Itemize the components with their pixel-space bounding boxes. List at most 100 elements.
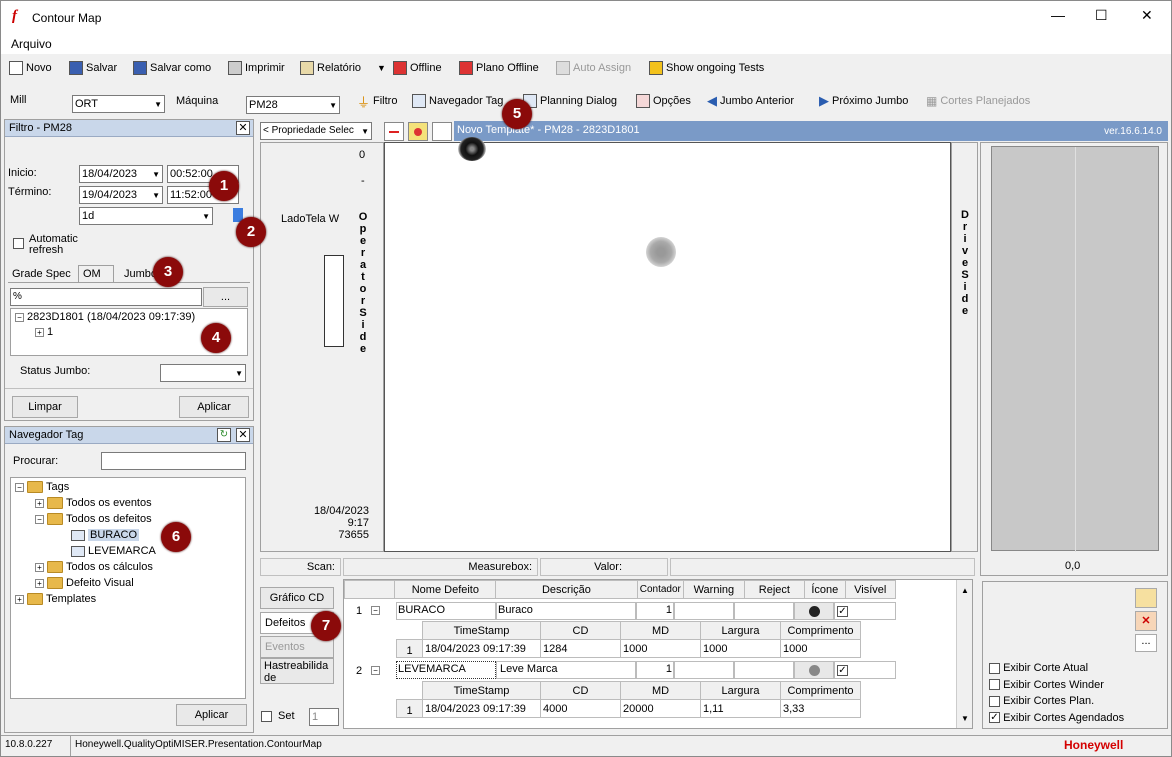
browse-button[interactable]: ...	[203, 287, 248, 307]
tree-node-tags[interactable]: − Tags	[15, 481, 69, 493]
machine-select[interactable]: PM28	[246, 96, 340, 114]
palette-icon[interactable]	[408, 122, 428, 141]
grid-icon[interactable]	[432, 122, 452, 141]
defect-reject[interactable]	[734, 661, 794, 679]
col-visible[interactable]: Visível	[844, 580, 896, 599]
col-counter[interactable]: Contador	[636, 580, 685, 599]
status-jumbo-select[interactable]	[160, 364, 246, 382]
defect-count[interactable]: 1	[636, 661, 674, 679]
levemarca-defect-marker[interactable]	[646, 237, 676, 267]
more-icon[interactable]: ...	[1135, 634, 1157, 652]
traceability-button[interactable]: Hastreabilidade	[260, 658, 334, 684]
property-select[interactable]: < Propriedade Selec	[260, 122, 372, 140]
report-dropdown-icon[interactable]: ▼	[377, 63, 386, 73]
offline-button[interactable]: Offline	[393, 58, 442, 78]
scroll-down-icon[interactable]: ▼	[961, 714, 969, 723]
checkbox[interactable]	[989, 679, 1000, 691]
option-current-cut[interactable]: Exibir Corte Atual	[989, 660, 1124, 677]
menu-file[interactable]: Arquivo	[11, 37, 52, 51]
sub-md[interactable]: 1000	[620, 639, 701, 658]
folder-open-icon[interactable]	[1135, 588, 1157, 608]
close-button[interactable]: ✕	[1141, 7, 1153, 24]
option-scheduled-cuts[interactable]: ✓ Exibir Cortes Agendados	[989, 710, 1124, 727]
sub-length[interactable]: 1000	[780, 639, 861, 658]
table-row[interactable]: 1 − BURACO Buraco 1 ✓	[344, 601, 896, 620]
sub-cd[interactable]: 4000	[540, 699, 621, 718]
close-icon[interactable]: ✕	[236, 121, 250, 135]
tree-node-all-calcs[interactable]: + Todos os cálculos	[35, 561, 153, 573]
planned-cuts-button[interactable]: ▦ Cortes Planejados	[926, 91, 1030, 111]
sub-width[interactable]: 1,11	[700, 699, 781, 718]
tag-navigator-button[interactable]: Navegador Tag	[412, 91, 503, 111]
collapse-icon[interactable]: −	[371, 606, 380, 615]
tree-child-node[interactable]: +1	[35, 326, 53, 338]
col-reject[interactable]: Reject	[743, 580, 806, 599]
defect-description[interactable]: Leve Marca	[496, 661, 636, 679]
auto-assign-button[interactable]: Auto Assign	[556, 58, 631, 78]
defect-icon-cell[interactable]	[794, 602, 834, 620]
defect-visible-cell[interactable]: ✓	[834, 602, 896, 620]
set-checkbox[interactable]	[261, 711, 272, 722]
apply-filter-button[interactable]: Aplicar	[179, 396, 249, 418]
sub-width[interactable]: 1000	[700, 639, 781, 658]
auto-refresh-checkbox[interactable]	[13, 238, 24, 249]
filter-button[interactable]: ⏚ Filtro	[357, 91, 397, 111]
col-warning[interactable]: Warning	[683, 580, 745, 599]
set-stepper[interactable]: 1	[309, 708, 339, 726]
delete-icon[interactable]: ✕	[1135, 611, 1157, 631]
tree-root-node[interactable]: −2823D1801 (18/04/2023 09:17:39)	[15, 311, 195, 323]
sub-timestamp[interactable]: 18/04/2023 09:17:39	[422, 639, 541, 658]
buraco-defect-marker[interactable]	[458, 137, 486, 161]
defect-name[interactable]: BURACO	[396, 602, 496, 620]
plan-offline-button[interactable]: Plano Offline	[459, 58, 539, 78]
prev-jumbo-button[interactable]: ◀ Jumbo Anterior	[707, 91, 794, 111]
print-button[interactable]: Imprimir	[228, 58, 285, 78]
tree-node-all-events[interactable]: + Todos os eventos	[35, 497, 152, 509]
col-icon[interactable]: Ícone	[804, 580, 846, 599]
checkbox[interactable]	[989, 662, 1000, 674]
new-button[interactable]: Novo	[9, 58, 52, 78]
tree-node-visual-defect[interactable]: + Defeito Visual	[35, 577, 134, 589]
cd-chart-button[interactable]: Gráfico CD	[260, 587, 334, 609]
defect-count[interactable]: 1	[636, 602, 674, 620]
tree-node-buraco[interactable]: BURACO	[71, 529, 140, 541]
sub-md[interactable]: 20000	[620, 699, 701, 718]
grid-scrollbar[interactable]: ▲ ▼	[956, 580, 972, 728]
jumbo-search-input[interactable]: %	[10, 288, 202, 306]
defect-visible-cell[interactable]: ✓	[834, 661, 896, 679]
save-as-button[interactable]: Salvar como	[133, 58, 211, 78]
tab-grade-spec[interactable]: Grade Spec	[12, 268, 71, 280]
mill-select[interactable]: ORT	[72, 95, 165, 113]
clear-button[interactable]: Limpar	[12, 396, 78, 418]
visible-checkbox[interactable]: ✓	[837, 605, 848, 617]
start-date-input[interactable]: 18/04/2023	[79, 165, 163, 183]
defect-description[interactable]: Buraco	[496, 602, 636, 620]
refresh-icon[interactable]: ↻	[217, 428, 231, 442]
sub-length[interactable]: 3,33	[780, 699, 861, 718]
apply-tag-button[interactable]: Aplicar	[176, 704, 247, 726]
tab-om[interactable]: OM	[78, 265, 114, 283]
table-row[interactable]: 2 − LEVEMARCA Leve Marca 1 ✓	[344, 660, 896, 679]
checkbox[interactable]: ✓	[989, 712, 1000, 724]
sub-cd[interactable]: 1284	[540, 639, 621, 658]
layer-icon[interactable]	[384, 122, 404, 141]
tree-node-levemarca[interactable]: LEVEMARCA	[71, 545, 156, 557]
defect-warning[interactable]	[674, 661, 734, 679]
col-name[interactable]: Nome Defeito	[394, 580, 497, 599]
options-button[interactable]: Opções	[636, 91, 691, 111]
defect-icon-cell[interactable]	[794, 661, 834, 679]
tree-node-templates[interactable]: + Templates	[15, 593, 96, 605]
show-tests-button[interactable]: Show ongoing Tests	[649, 58, 764, 78]
planning-dialog-button[interactable]: Planning Dialog	[523, 91, 617, 111]
option-winder-cuts[interactable]: Exibir Cortes Winder	[989, 677, 1124, 694]
tree-node-all-defects[interactable]: − Todos os defeitos	[35, 513, 152, 525]
maximize-button[interactable]: ☐	[1095, 7, 1108, 24]
close-icon[interactable]: ✕	[236, 428, 250, 442]
defect-name[interactable]: LEVEMARCA	[396, 661, 496, 679]
end-date-input[interactable]: 19/04/2023	[79, 186, 163, 204]
defect-warning[interactable]	[674, 602, 734, 620]
period-select[interactable]: 1d	[79, 207, 213, 225]
checkbox[interactable]	[989, 695, 1000, 707]
scroll-up-icon[interactable]: ▲	[961, 586, 969, 595]
next-jumbo-button[interactable]: ▶ Próximo Jumbo	[819, 91, 908, 111]
